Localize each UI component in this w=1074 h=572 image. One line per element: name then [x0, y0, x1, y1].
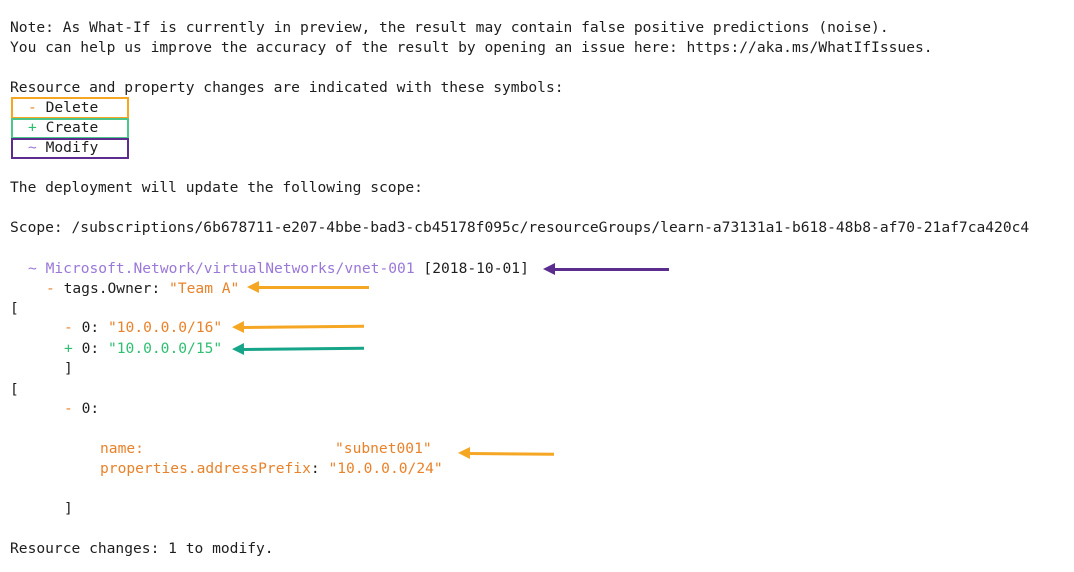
- legend-intro: Resource and property changes are indica…: [10, 79, 564, 96]
- subnet-delete: - 0:: [64, 399, 99, 419]
- delete-symbol: -: [28, 99, 37, 116]
- resource-changes-summary: Resource changes: 1 to modify.: [10, 540, 274, 557]
- legend-delete-text: - Delete: [28, 98, 98, 118]
- tag-value: "Team A": [169, 280, 240, 297]
- subnet-delete-symbol: -: [64, 400, 73, 417]
- subnet-delete-annotation-arrow-icon: [467, 452, 555, 456]
- tag-path: tags.Owner:: [63, 280, 161, 297]
- subnet-delete-index: 0:: [81, 400, 100, 417]
- address-delete-value: "10.0.0.0/16": [107, 319, 223, 336]
- resource-modify-symbol: ~: [28, 260, 37, 277]
- subnet-prefix-key: properties.addressPrefix: [100, 460, 311, 477]
- scope-intro: The deployment will update the following…: [10, 179, 423, 196]
- subnet-prefix-value: "10.0.0.0/24": [328, 460, 443, 477]
- legend-modify-text: ~ Modify: [28, 138, 98, 158]
- legend-delete-label: Delete: [45, 99, 99, 116]
- address-array-close: ]: [64, 360, 73, 377]
- address-create-index: 0:: [81, 340, 100, 357]
- resource-header: ~ Microsoft.Network/virtualNetworks/vnet…: [28, 259, 529, 279]
- subnet-array-open: [: [10, 381, 19, 398]
- modify-symbol: ~: [28, 139, 37, 156]
- api-version: [2018-10-01]: [423, 260, 529, 277]
- address-array-open: [: [10, 300, 19, 317]
- modify-annotation-arrow-icon: [543, 263, 669, 275]
- preview-note-line-2: You can help us improve the accuracy of …: [10, 39, 933, 56]
- subnet-array-close: ]: [64, 500, 73, 517]
- legend-create-label: Create: [45, 119, 99, 136]
- create-symbol: +: [28, 119, 37, 136]
- address-create-value: "10.0.0.0/15": [107, 340, 223, 357]
- preview-note-line-1: Note: As What-If is currently in preview…: [10, 19, 889, 36]
- address-create-symbol: +: [64, 340, 73, 357]
- legend-create-text: + Create: [28, 118, 98, 138]
- address-create-annotation-arrow-icon: [241, 346, 365, 351]
- legend-modify-label: Modify: [45, 139, 99, 156]
- tag-delete-symbol: -: [46, 280, 55, 297]
- subnet-prefix: properties.addressPrefix: "10.0.0.0/24": [100, 459, 443, 479]
- resource-id: Microsoft.Network/virtualNetworks/vnet-0…: [45, 260, 415, 277]
- address-delete-symbol: -: [64, 319, 73, 336]
- address-delete-annotation-arrow-icon: [241, 324, 365, 329]
- address-delete: - 0: "10.0.0.0/16": [64, 318, 222, 338]
- subnet-name-value: "subnet001": [335, 440, 432, 457]
- tag-delete-annotation-arrow-icon: [247, 281, 369, 293]
- address-delete-index: 0:: [81, 319, 100, 336]
- scope-path: Scope: /subscriptions/6b678711-e207-4bbe…: [10, 219, 1030, 236]
- address-create: + 0: "10.0.0.0/15": [64, 339, 222, 359]
- subnet-prefix-colon: :: [310, 460, 320, 477]
- subnet-name-key: name:: [100, 440, 144, 457]
- tag-change: - tags.Owner: "Team A": [46, 279, 239, 299]
